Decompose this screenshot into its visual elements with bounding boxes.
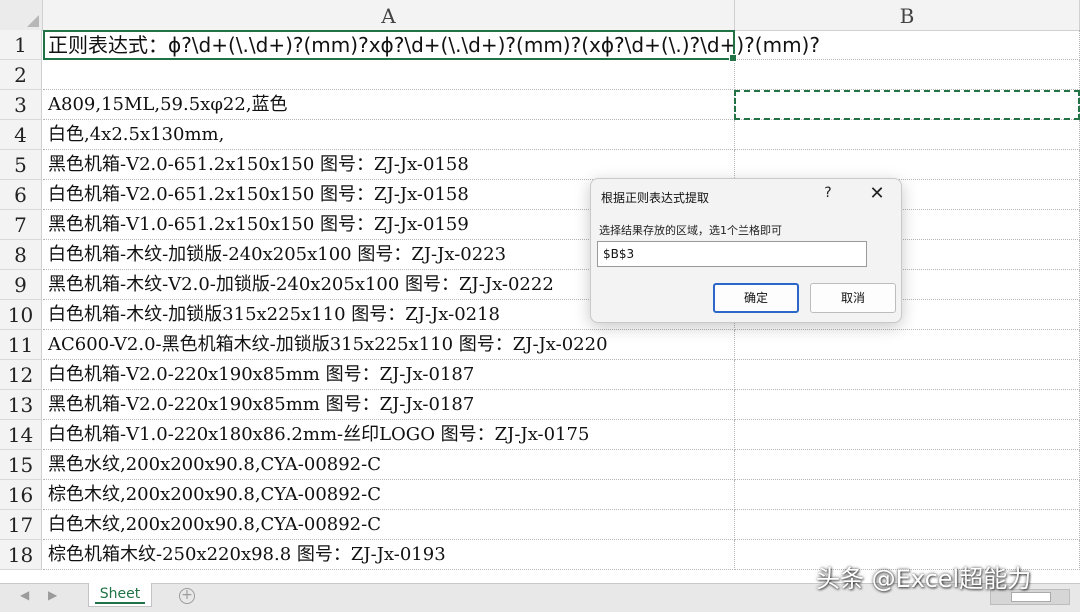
cell-b[interactable]: [735, 510, 1080, 540]
column-header-a[interactable]: A: [43, 0, 735, 30]
cell-a[interactable]: 白色木纹,200x200x90.8,CYA-00892-C: [43, 510, 735, 540]
row-header[interactable]: 1: [0, 30, 42, 60]
row-header[interactable]: 7: [0, 210, 42, 240]
row-header[interactable]: 12: [0, 360, 42, 390]
range-prompt-label: 选择结果存放的区域，选1个兰格即可: [599, 224, 782, 237]
ok-button[interactable]: 确定: [713, 283, 799, 313]
cell-a[interactable]: 白色机箱-V2.0-220x190x85mm 图号：ZJ-Jx-0187: [43, 360, 735, 390]
cell-b[interactable]: [735, 330, 1080, 360]
row-header[interactable]: 17: [0, 510, 42, 540]
row-header[interactable]: 10: [0, 300, 42, 330]
select-all-corner[interactable]: [0, 0, 43, 30]
add-sheet-icon[interactable]: +: [179, 588, 195, 604]
cell-b[interactable]: [735, 480, 1080, 510]
row-header[interactable]: 8: [0, 240, 42, 270]
cell-b[interactable]: [735, 150, 1080, 180]
cell-b[interactable]: [735, 90, 1080, 120]
cell-b[interactable]: [735, 450, 1080, 480]
cancel-button[interactable]: 取消: [810, 283, 896, 313]
row-header[interactable]: 14: [0, 420, 42, 450]
column-header-b[interactable]: B: [735, 0, 1080, 30]
cell-a[interactable]: 黑色机箱-V2.0-220x190x85mm 图号：ZJ-Jx-0187: [43, 390, 735, 420]
row-header[interactable]: 3: [0, 90, 42, 120]
cell-a[interactable]: AC600-V2.0-黑色机箱木纹-加锁版315x225x110 图号：ZJ-J…: [43, 330, 735, 360]
row-header[interactable]: 11: [0, 330, 42, 360]
row-header[interactable]: 9: [0, 270, 42, 300]
help-icon[interactable]: ?: [820, 185, 836, 205]
sheet-tab[interactable]: Sheet: [88, 583, 152, 607]
watermark: 头条 @Excel超能力: [816, 565, 1032, 593]
scroll-right-icon[interactable]: ▶: [48, 588, 57, 602]
cell-a[interactable]: 白色,4x2.5x130mm,: [43, 120, 735, 150]
cell-b[interactable]: [735, 390, 1080, 420]
cell-a[interactable]: 黑色机箱-V2.0-651.2x150x150 图号：ZJ-Jx-0158: [43, 150, 735, 180]
cell-b[interactable]: [735, 60, 1080, 90]
cell-a[interactable]: [43, 60, 735, 90]
cell-a[interactable]: 棕色木纹,200x200x90.8,CYA-00892-C: [43, 480, 735, 510]
column-header-bar: A B: [0, 0, 1080, 31]
cell-b[interactable]: [735, 120, 1080, 150]
close-icon[interactable]: ✕: [867, 184, 887, 204]
row-header[interactable]: 13: [0, 390, 42, 420]
cell-a[interactable]: 正则表达式：ϕ?\d+(\.\d+)?(mm)?xϕ?\d+(\.\d+)?(m…: [43, 30, 820, 60]
cell-a[interactable]: 棕色机箱木纹-250x220x98.8 图号：ZJ-Jx-0193: [43, 540, 735, 570]
scroll-left-icon[interactable]: ◀: [20, 588, 29, 602]
cell-a[interactable]: 黑色水纹,200x200x90.8,CYA-00892-C: [43, 450, 735, 480]
row-header[interactable]: 15: [0, 450, 42, 480]
cell-b[interactable]: [735, 420, 1080, 450]
row-header[interactable]: 16: [0, 480, 42, 510]
row-header[interactable]: 2: [0, 60, 42, 90]
row-header[interactable]: 5: [0, 150, 42, 180]
dialog-title: 根据正则表达式提取: [601, 191, 710, 205]
cell-b[interactable]: [735, 360, 1080, 390]
row-header[interactable]: 4: [0, 120, 42, 150]
row-header[interactable]: 6: [0, 180, 42, 210]
row-header[interactable]: 18: [0, 540, 42, 570]
cell-a[interactable]: A809,15ML,59.5xφ22,蓝色: [43, 90, 735, 120]
cell-a[interactable]: 白色机箱-V1.0-220x180x86.2mm-丝印LOGO 图号：ZJ-Jx…: [43, 420, 735, 450]
cell-b[interactable]: [735, 30, 1080, 60]
regex-extract-dialog: 根据正则表达式提取 ? ✕ 选择结果存放的区域，选1个兰格即可 确定 取消: [590, 178, 902, 323]
range-input[interactable]: [597, 241, 867, 267]
